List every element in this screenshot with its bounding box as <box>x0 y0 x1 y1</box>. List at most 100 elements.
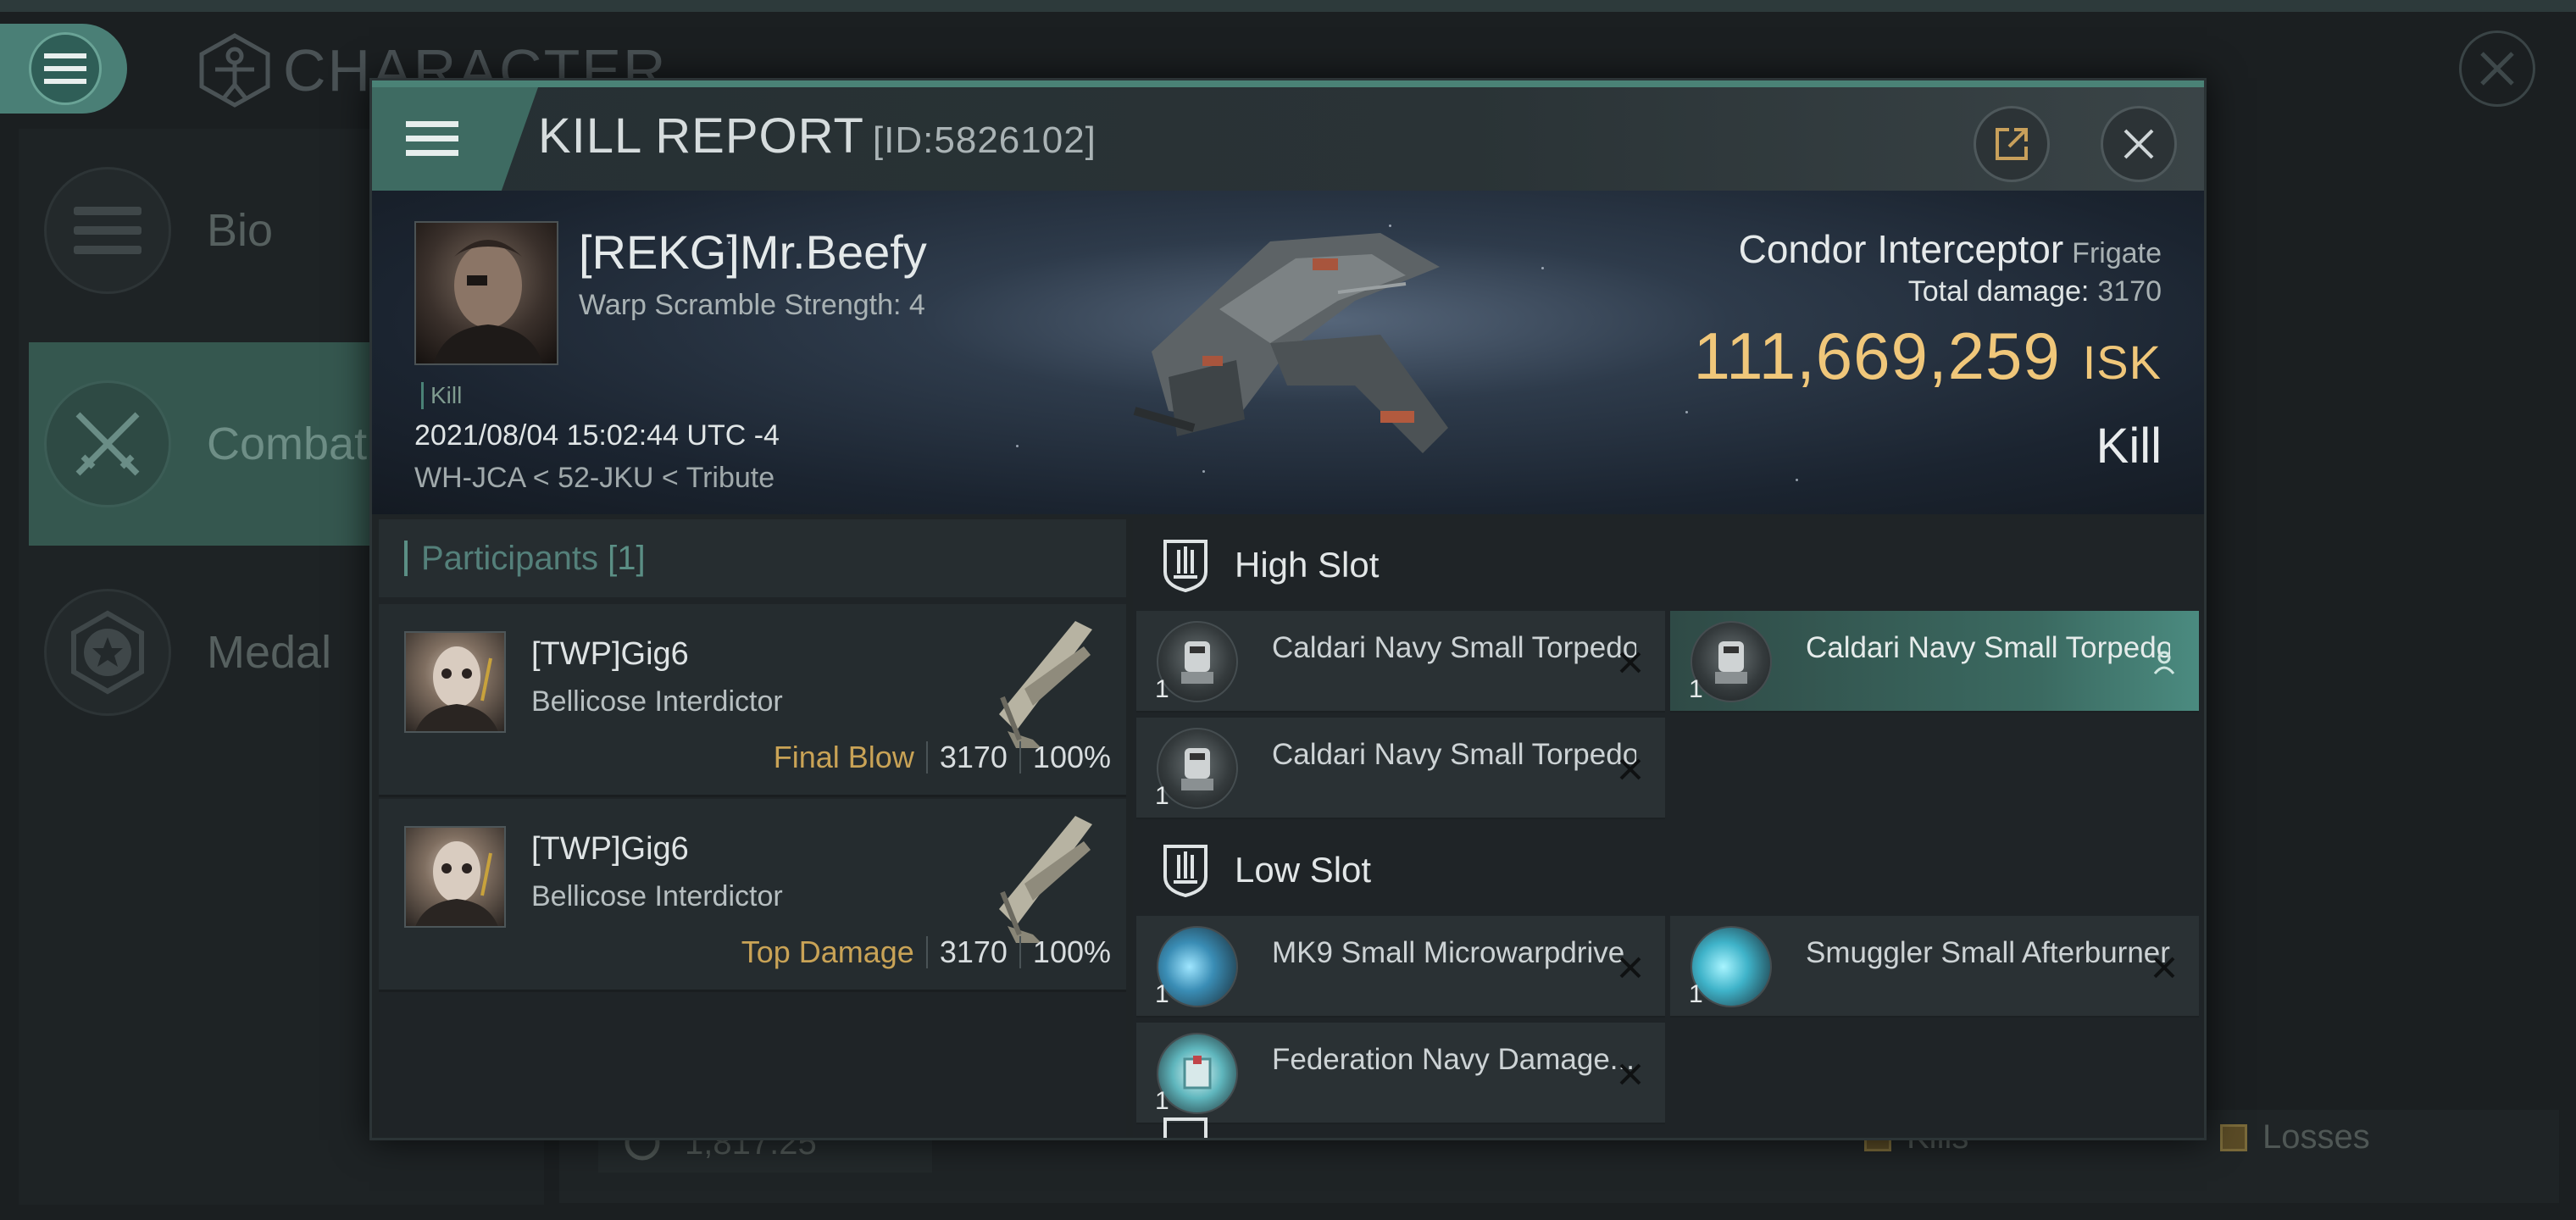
legend-losses-label: Losses <box>2262 1118 2370 1156</box>
participant-name[interactable]: [TWP]Gig6 <box>531 636 689 673</box>
participant-ship-image[interactable] <box>982 613 1101 748</box>
total-damage: Total damage: 3170 <box>1908 275 2162 308</box>
share-button[interactable] <box>1974 106 2050 182</box>
high-slot-icon <box>1162 538 1209 592</box>
sidebar-item-label: Bio <box>207 205 274 256</box>
high-slot-item[interactable]: 1 Caldari Navy Small Torpedo ... <box>1136 718 1665 819</box>
screen-close-button[interactable] <box>2459 30 2535 107</box>
kill-result: Kill <box>2096 419 2162 474</box>
header-accent-bar <box>404 541 408 576</box>
close-icon <box>2480 52 2514 86</box>
participant-portrait[interactable] <box>404 826 506 928</box>
participant-row[interactable]: [TWP]Gig6 Bellicose Interdictor Final Bl… <box>379 604 1126 797</box>
isk-unit: ISK <box>2082 336 2162 389</box>
ship-name-text: Condor Interceptor <box>1738 227 2064 271</box>
kill-location[interactable]: WH-JCA < 52-JKU < Tribute <box>414 462 774 495</box>
participant-stats: Final Blow 3170 100% <box>774 740 1111 775</box>
victim-ship-image[interactable] <box>1101 208 1474 487</box>
sidebar-item-label: Medal <box>207 627 332 678</box>
window-title-text: KILL REPORT <box>538 108 864 164</box>
item-name: MK9 Small Microwarpdrive <box>1272 936 1625 969</box>
main-menu-button[interactable] <box>0 24 127 114</box>
sidebar-item-medal[interactable]: Medal <box>29 551 385 754</box>
item-quantity: 1 <box>1689 675 1703 703</box>
divider <box>925 936 928 968</box>
kill-tag: Kill <box>421 382 462 409</box>
menu-icon <box>406 121 458 156</box>
medal-star-icon <box>44 589 171 716</box>
window-title: KILL REPORT [ID:5826102] <box>538 108 1096 164</box>
participant-stats: Top Damage 3170 100% <box>741 934 1111 970</box>
dropped-person-icon <box>2150 648 2179 677</box>
divider <box>925 741 928 774</box>
ship-class: Frigate <box>2072 237 2162 269</box>
participant-avatar-icon <box>415 646 498 731</box>
item-quantity: 1 <box>1155 980 1169 1008</box>
isk-amount: 111,669,259 <box>1693 319 2061 393</box>
destroyed-x-icon <box>2150 953 2179 982</box>
participant-tag: Final Blow <box>773 740 914 774</box>
bio-icon <box>44 167 171 294</box>
participant-ship: Bellicose Interdictor <box>531 685 783 718</box>
victim-ship-name[interactable]: Condor Interceptor Frigate <box>1739 226 2162 272</box>
participant-portrait[interactable] <box>404 631 506 733</box>
next-slot-header <box>1133 1117 2202 1138</box>
participant-name[interactable]: [TWP]Gig6 <box>531 831 689 868</box>
sidebar-item-bio[interactable]: Bio <box>29 129 385 332</box>
total-damage-label: Total damage: <box>1907 275 2090 308</box>
victim-avatar-icon <box>434 240 542 363</box>
item-name: Caldari Navy Small Torpedo ... <box>1272 631 1636 664</box>
participant-ship-image[interactable] <box>982 807 1101 943</box>
sidebar-item-label: Combat <box>207 419 368 469</box>
low-slot-icon <box>1162 843 1209 897</box>
item-name: Caldari Navy Small Torpedo ... <box>1272 738 1636 771</box>
victim-subtitle: Warp Scramble Strength: 4 <box>579 289 925 321</box>
high-slot-item[interactable]: 1 Caldari Navy Small Torpedo ... <box>1136 611 1665 713</box>
top-bar <box>0 0 2576 12</box>
vitruvian-icon <box>199 33 270 108</box>
destroyed-x-icon <box>1616 648 1645 677</box>
participant-percent: 100% <box>1032 934 1111 969</box>
participants-count: [1] <box>608 539 646 577</box>
sidebar-item-combat[interactable]: Combat <box>29 342 385 546</box>
kill-datetime: 2021/08/04 15:02:44 UTC -4 <box>414 419 780 452</box>
crossed-swords-icon <box>44 380 171 507</box>
close-button[interactable] <box>2101 106 2177 182</box>
destroyed-x-icon <box>1616 953 1645 982</box>
item-quantity: 1 <box>1155 675 1169 703</box>
divider <box>1019 936 1021 968</box>
item-quantity: 1 <box>1155 782 1169 810</box>
participants-panel: Participants [1] [TWP]Gig6 Bellicose Int… <box>379 519 1126 1138</box>
victim-name[interactable]: [REKG]Mr.Beefy <box>579 225 927 280</box>
kill-banner: [REKG]Mr.Beefy Warp Scramble Strength: 4… <box>372 191 2204 514</box>
fitting-slots-panel: High Slot 1 Caldari Navy Small Torpedo .… <box>1133 519 2202 1138</box>
high-slot-header: High Slot <box>1133 519 2202 611</box>
low-slot-item[interactable]: 1 Smuggler Small Afterburner <box>1670 916 2199 1018</box>
participant-row[interactable]: [TWP]Gig6 Bellicose Interdictor Top Dama… <box>379 799 1126 992</box>
destroyed-x-icon <box>1616 1060 1645 1089</box>
participant-damage: 3170 <box>939 934 1008 969</box>
losses-swatch <box>2220 1123 2247 1151</box>
item-name: Caldari Navy Small Torpedo ... <box>1806 631 2170 664</box>
high-slot-item[interactable]: 1 Caldari Navy Small Torpedo ... <box>1670 611 2199 713</box>
destroyed-x-icon <box>1616 755 1645 784</box>
menu-icon <box>29 32 102 105</box>
item-quantity: 1 <box>1155 1087 1169 1115</box>
item-name: Federation Navy Damage... <box>1272 1043 1635 1076</box>
victim-portrait[interactable] <box>414 221 558 365</box>
participants-header: Participants [1] <box>379 519 1126 597</box>
kill-id: [ID:5826102] <box>872 119 1096 161</box>
divider <box>1019 741 1021 774</box>
low-slot-header: Low Slot <box>1133 824 2202 916</box>
participant-ship: Bellicose Interdictor <box>531 880 783 912</box>
isk-value: 111,669,259 ISK <box>1694 318 2162 395</box>
low-slot-item[interactable]: 1 MK9 Small Microwarpdrive <box>1136 916 1665 1018</box>
low-slot-item[interactable]: 1 Federation Navy Damage... <box>1136 1023 1665 1124</box>
participants-label: Participants <box>421 539 598 577</box>
item-name: Smuggler Small Afterburner <box>1806 936 2170 969</box>
external-link-icon <box>1996 128 2028 160</box>
close-icon <box>2124 129 2154 159</box>
participant-percent: 100% <box>1032 740 1111 774</box>
window-accent <box>372 80 2204 87</box>
mid-slot-icon <box>1162 1116 1209 1138</box>
